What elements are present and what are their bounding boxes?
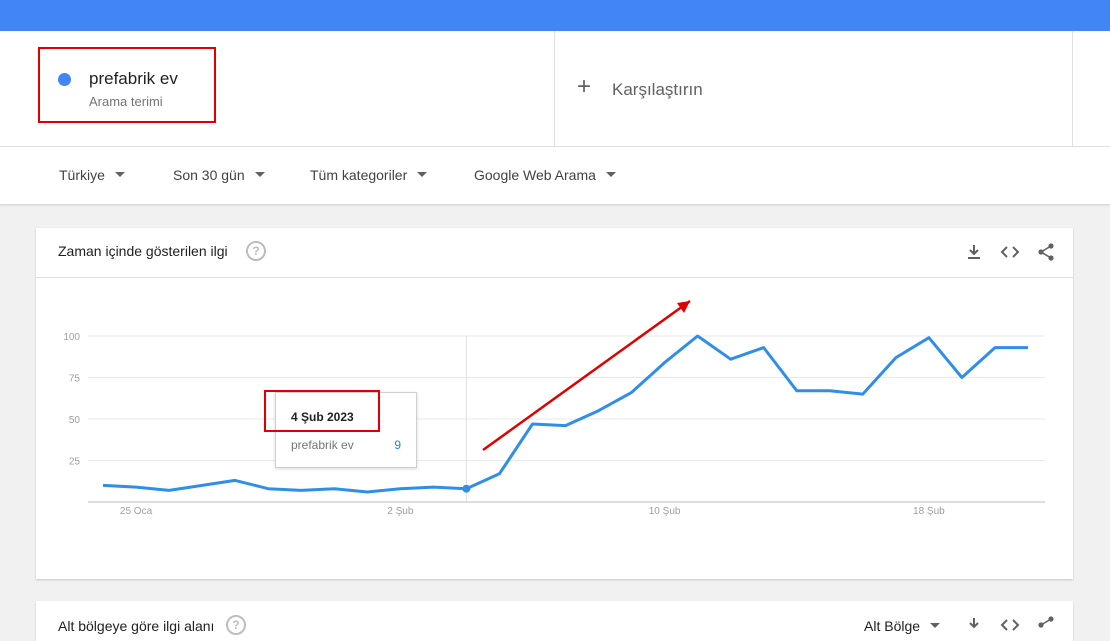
download-icon[interactable]	[964, 615, 984, 635]
chart-grid	[88, 336, 1045, 502]
tooltip-highlight-box	[264, 390, 380, 432]
y-tick-label: 50	[69, 415, 81, 426]
share-icon[interactable]	[1036, 615, 1056, 635]
tooltip-value: 9	[394, 438, 401, 452]
tooltip-term: prefabrik ev	[291, 438, 354, 452]
x-tick-label: 18 Şub	[913, 506, 945, 517]
interest-chart: 100 75 50 25 25 Oca 2 Şub 10 Şub 18 Şub	[0, 0, 1110, 631]
x-tick-label: 10 Şub	[649, 506, 681, 517]
y-tick-label: 75	[69, 374, 81, 385]
series-line	[103, 336, 1028, 492]
subregion-card: Alt bölgeye göre ilgi alanı ? Alt Bölge	[36, 601, 1073, 641]
data-points	[103, 336, 1028, 493]
trend-arrow-line	[483, 301, 690, 450]
trend-arrow-head	[677, 301, 690, 313]
y-tick-labels: 100 75 50 25	[63, 332, 80, 468]
y-tick-label: 100	[63, 332, 80, 343]
chevron-down-icon	[930, 623, 940, 628]
help-icon[interactable]: ?	[226, 615, 246, 635]
subregion-dropdown[interactable]: Alt Bölge	[864, 618, 940, 634]
x-tick-label: 25 Oca	[120, 506, 153, 517]
embed-icon[interactable]	[1000, 615, 1020, 635]
x-tick-labels: 25 Oca 2 Şub 10 Şub 18 Şub	[120, 506, 945, 517]
subregion-dropdown-label: Alt Bölge	[864, 618, 920, 634]
series-prefabrik-ev	[103, 336, 1028, 492]
y-tick-label: 25	[69, 457, 81, 468]
data-point	[462, 485, 470, 493]
x-tick-label: 2 Şub	[387, 506, 414, 517]
card-title: Alt bölgeye göre ilgi alanı	[58, 618, 214, 634]
